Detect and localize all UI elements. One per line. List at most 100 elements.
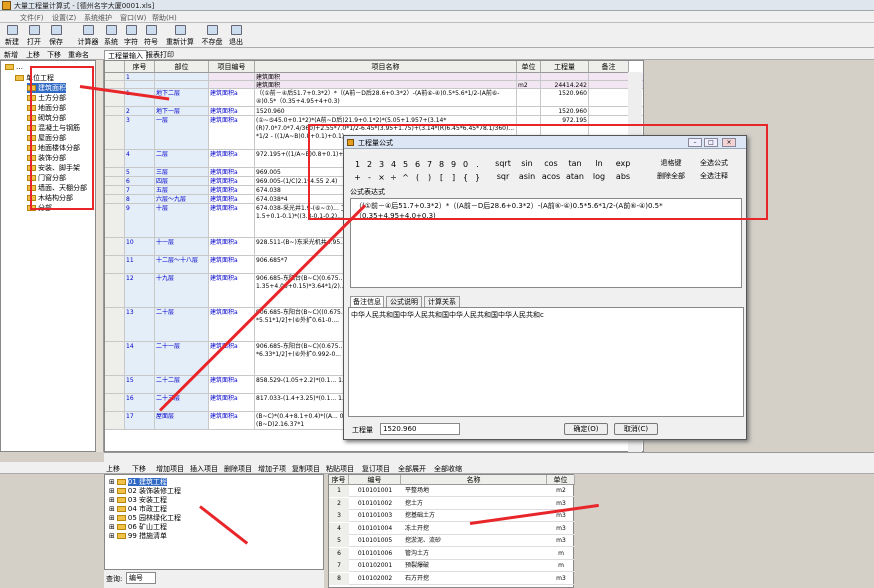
cell-code[interactable] xyxy=(209,81,255,88)
insert-item-button[interactable]: 插入项目 xyxy=(190,464,218,474)
exit-button[interactable]: 退出 xyxy=(226,25,246,47)
cell-unit[interactable] xyxy=(517,107,541,115)
cell-code[interactable]: 建筑面积a xyxy=(209,195,255,203)
grid-row[interactable]: 2 地下一层 建筑面积a 1520.960 1520.960 xyxy=(105,107,643,116)
cell-unit[interactable] xyxy=(517,89,541,106)
cell-no[interactable]: 5 xyxy=(125,168,155,176)
search-field-select[interactable]: 编号 xyxy=(126,572,156,584)
cell-name[interactable]: 建筑面积 xyxy=(255,81,517,88)
reorder-item-button[interactable]: 复订项目 xyxy=(362,464,390,474)
row-header[interactable] xyxy=(105,308,125,341)
ok-button[interactable]: 确定(O) xyxy=(564,423,608,435)
menu-window[interactable]: 窗口(W) xyxy=(120,13,146,23)
note-textarea[interactable]: 中华人民共和国中华人民共和国中华人民共和国中华人民共和c xyxy=(348,307,744,417)
cell-part[interactable]: 地下一层 xyxy=(155,107,209,115)
row-header[interactable] xyxy=(105,81,125,88)
calculator-button[interactable]: 计算器 xyxy=(76,25,100,47)
table-row[interactable]: 4 010101004 冻土开挖 m3 xyxy=(329,522,575,535)
tree-up-button[interactable]: 上移 xyxy=(26,50,40,60)
cell-part[interactable]: 十二层～十八层 xyxy=(155,256,209,273)
cell-code[interactable]: 建筑面积a xyxy=(209,177,255,185)
cell-part[interactable]: 屋面层 xyxy=(155,412,209,429)
grid-row[interactable]: 建筑面积 m2 24414.242 xyxy=(105,81,643,89)
expand-icon[interactable]: ⊞ xyxy=(109,505,115,513)
cell-no[interactable]: 9 xyxy=(125,204,155,237)
row-header[interactable] xyxy=(105,116,125,149)
collapse-all-button[interactable]: 全部收缩 xyxy=(434,464,462,474)
cell-no[interactable]: 17 xyxy=(125,412,155,429)
expand-icon[interactable]: ⊞ xyxy=(109,478,115,486)
cell-code[interactable]: 建筑面积a xyxy=(209,89,255,106)
expand-icon[interactable]: ⊞ xyxy=(109,487,115,495)
cell-code[interactable]: 建筑面积a xyxy=(209,238,255,255)
paste-item-button[interactable]: 粘贴项目 xyxy=(326,464,354,474)
panel-divider[interactable] xyxy=(104,452,874,462)
row-header[interactable] xyxy=(105,186,125,194)
cell-code[interactable]: 建筑面积a xyxy=(209,168,255,176)
row-header[interactable] xyxy=(105,107,125,115)
cell-no[interactable]: 1 xyxy=(125,73,155,80)
row-header[interactable] xyxy=(105,73,125,80)
cell-no[interactable] xyxy=(125,81,155,88)
menu-system[interactable]: 系统维护 xyxy=(84,13,112,23)
cell-no[interactable]: 15 xyxy=(125,376,155,393)
row-header[interactable] xyxy=(105,204,125,237)
row-header[interactable] xyxy=(105,150,125,167)
tab-report-print[interactable]: 报表打印 xyxy=(146,50,174,60)
cell-qty[interactable]: 24414.242 xyxy=(541,81,589,88)
cell-note[interactable] xyxy=(589,107,629,115)
expand-icon[interactable]: ⊞ xyxy=(109,532,115,540)
cell-part[interactable] xyxy=(155,73,209,80)
system-button[interactable]: 系统 xyxy=(101,25,121,47)
cell-note[interactable] xyxy=(589,81,629,88)
tree-down-button[interactable]: 下移 xyxy=(47,50,61,60)
cell-no[interactable]: 4 xyxy=(125,150,155,167)
add-subitem-button[interactable]: 增加子项 xyxy=(258,464,286,474)
tree-project-root[interactable]: … xyxy=(5,63,23,71)
cell-code[interactable]: 建筑面积a xyxy=(209,150,255,167)
table-row[interactable]: 2 010101002 挖土方 m3 xyxy=(329,497,575,510)
row-header[interactable] xyxy=(105,256,125,273)
row-header[interactable] xyxy=(105,177,125,185)
cell-no[interactable]: 8 xyxy=(125,195,155,203)
symbol-button[interactable]: 符号 xyxy=(141,25,161,47)
cell-no[interactable]: 7 xyxy=(125,186,155,194)
cell-code[interactable]: 建筑面积a xyxy=(209,394,255,411)
cell-part[interactable]: 四层 xyxy=(155,177,209,185)
cell-code[interactable]: 建筑面积a xyxy=(209,107,255,115)
row-header[interactable] xyxy=(105,238,125,255)
menu-file[interactable]: 文件(F) xyxy=(20,13,44,23)
cell-code[interactable]: 建筑面积a xyxy=(209,256,255,273)
cell-part[interactable]: 二十层 xyxy=(155,308,209,341)
cell-qty[interactable] xyxy=(541,73,589,80)
expand-icon[interactable]: ⊞ xyxy=(109,496,115,504)
cell-code[interactable]: 建筑面积a xyxy=(209,116,255,149)
cell-qty[interactable]: 1520.960 xyxy=(541,107,589,115)
splitter[interactable] xyxy=(96,60,104,452)
cell-code[interactable]: 建筑面积a xyxy=(209,412,255,429)
item-up-button[interactable]: 上移 xyxy=(106,464,120,474)
save-button[interactable]: 保存 xyxy=(46,25,66,47)
row-header[interactable] xyxy=(105,394,125,411)
row-header[interactable] xyxy=(105,195,125,203)
table-row[interactable]: 6 010101006 管沟土方 m xyxy=(329,547,575,560)
cell-code[interactable]: 建筑面积a xyxy=(209,186,255,194)
cell-name[interactable]: （(①前－④后51.7+0.3*2）*（(A前－D后28.6+0.3*2）-(A… xyxy=(255,89,517,106)
cell-no[interactable]: 3 xyxy=(125,116,155,149)
row-header[interactable] xyxy=(105,376,125,393)
category-item[interactable]: ⊞ 99 措施清单 xyxy=(109,531,167,541)
cell-part[interactable] xyxy=(155,81,209,88)
cell-no[interactable]: 13 xyxy=(125,308,155,341)
row-header[interactable] xyxy=(105,168,125,176)
delete-item-button[interactable]: 删除项目 xyxy=(224,464,252,474)
cell-unit[interactable]: m2 xyxy=(517,81,541,88)
cell-part[interactable]: 十层 xyxy=(155,204,209,237)
row-header[interactable] xyxy=(105,412,125,429)
tree-rename-button[interactable]: 重命名 xyxy=(68,50,89,60)
expand-all-button[interactable]: 全部展开 xyxy=(398,464,426,474)
cell-unit[interactable] xyxy=(517,73,541,80)
table-row[interactable]: 5 010101005 挖淤泥、流砂 m3 xyxy=(329,535,575,547)
cell-code[interactable]: 建筑面积a xyxy=(209,274,255,307)
recalc-button[interactable]: 重新计算 xyxy=(164,25,196,47)
cell-no[interactable]: 14 xyxy=(125,342,155,375)
